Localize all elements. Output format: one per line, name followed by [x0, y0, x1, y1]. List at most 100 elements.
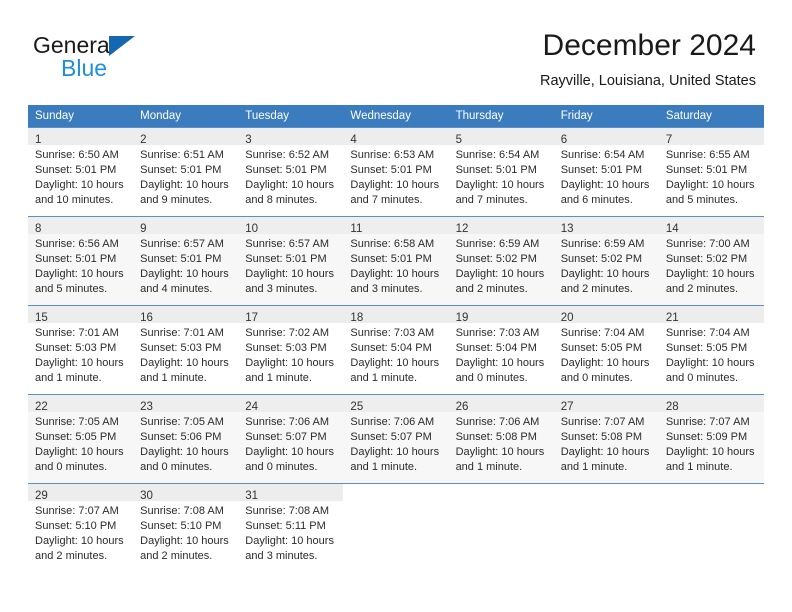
- calendar-day-cell[interactable]: 16 Sunrise: 7:01 AM Sunset: 5:03 PM Dayligh…: [133, 305, 239, 395]
- daylight-text-line1: Daylight: 10 hours: [35, 357, 124, 369]
- calendar-day-cell[interactable]: 6 Sunrise: 6:54 AM Sunset: 5:01 PM Daylight…: [553, 127, 659, 217]
- calendar-day-cell[interactable]: 5 Sunrise: 6:54 AM Sunset: 5:01 PM Daylight…: [448, 127, 554, 217]
- day-details: Sunrise: 6:57 AM Sunset: 5:01 PM Daylight:…: [133, 234, 238, 297]
- daylight-text-line2: and 1 minute.: [35, 372, 102, 384]
- day-number-bar: 19: [448, 306, 554, 324]
- calendar-day-cell[interactable]: 26 Sunrise: 7:06 AM Sunset: 5:08 PM Dayligh…: [448, 394, 554, 484]
- day-details: Sunrise: 6:57 AM Sunset: 5:01 PM Daylight:…: [238, 234, 343, 297]
- day-details: Sunrise: 7:06 AM Sunset: 5:07 PM Daylight:…: [343, 412, 448, 475]
- day-details: Sunrise: 6:55 AM Sunset: 5:01 PM Daylight:…: [659, 145, 764, 208]
- calendar-day-cell[interactable]: 8 Sunrise: 6:56 AM Sunset: 5:01 PM Daylight…: [28, 216, 134, 306]
- calendar-day-cell[interactable]: 2 Sunrise: 6:51 AM Sunset: 5:01 PM Daylight…: [133, 127, 239, 217]
- day-number: 8: [35, 223, 42, 235]
- calendar-day-cell[interactable]: 17 Sunrise: 7:02 AM Sunset: 5:03 PM Dayligh…: [238, 305, 344, 395]
- day-details: Sunrise: 7:06 AM Sunset: 5:07 PM Daylight:…: [238, 412, 343, 475]
- day-number: 7: [665, 134, 673, 146]
- day-cell-inner: 15 Sunrise: 7:01 AM Sunset: 5:03 PM Dayligh…: [28, 306, 134, 394]
- day-cell-inner: 5 Sunrise: 6:54 AM Sunset: 5:01 PM Daylight…: [448, 128, 554, 216]
- calendar-day-cell[interactable]: 7 Sunrise: 6:55 AM Sunset: 5:01 PM Daylight…: [658, 127, 764, 217]
- calendar-day-cell[interactable]: 20 Sunrise: 7:04 AM Sunset: 5:05 PM Dayligh…: [553, 305, 659, 395]
- brand-logo[interactable]: General Blue: [33, 32, 253, 82]
- brand-name-blue: Blue: [61, 55, 108, 81]
- daylight-text-line1: Daylight: 10 hours: [35, 446, 124, 458]
- sunset-text: Sunset: 5:01 PM: [350, 164, 432, 176]
- day-number-bar: 5: [448, 128, 554, 146]
- calendar-day-cell[interactable]: 23 Sunrise: 7:05 AM Sunset: 5:06 PM Dayligh…: [133, 394, 239, 484]
- calendar-day-cell[interactable]: 10 Sunrise: 6:57 AM Sunset: 5:01 PM Dayligh…: [238, 216, 344, 306]
- day-details: Sunrise: 7:03 AM Sunset: 5:04 PM Daylight:…: [449, 323, 554, 386]
- triangle-logo-icon: [109, 36, 135, 56]
- sunset-text: Sunset: 5:01 PM: [35, 164, 117, 176]
- day-details: Sunrise: 7:06 AM Sunset: 5:08 PM Daylight:…: [449, 412, 554, 475]
- day-number: 13: [560, 223, 574, 235]
- calendar-day-cell[interactable]: 31 Sunrise: 7:08 AM Sunset: 5:11 PM Dayligh…: [238, 483, 344, 572]
- day-number: 15: [35, 312, 48, 324]
- day-number-bar: 18: [343, 306, 449, 324]
- day-number-bar: 2: [133, 128, 239, 146]
- calendar-day-cell[interactable]: 9 Sunrise: 6:57 AM Sunset: 5:01 PM Daylight…: [133, 216, 239, 306]
- calendar-day-cell[interactable]: 13 Sunrise: 6:59 AM Sunset: 5:02 PM Dayligh…: [553, 216, 659, 306]
- day-details: Sunrise: 6:59 AM Sunset: 5:02 PM Daylight:…: [449, 234, 554, 297]
- daylight-text-line1: Daylight: 10 hours: [140, 446, 229, 458]
- calendar-day-cell[interactable]: 25 Sunrise: 7:06 AM Sunset: 5:07 PM Dayligh…: [343, 394, 449, 484]
- day-number-bar: 16: [133, 306, 239, 324]
- day-number: 14: [665, 223, 679, 235]
- daylight-text-line2: and 2 minutes.: [140, 550, 213, 562]
- sunrise-text: Sunrise: 6:56 AM: [35, 238, 119, 250]
- day-cell-inner: 2 Sunrise: 6:51 AM Sunset: 5:01 PM Daylight…: [133, 128, 239, 216]
- calendar-cell-empty: [658, 483, 764, 572]
- day-cell-inner: 1 Sunrise: 6:50 AM Sunset: 5:01 PM Daylight…: [28, 128, 134, 216]
- sunrise-text: Sunrise: 7:08 AM: [245, 505, 330, 517]
- calendar-day-cell[interactable]: 19 Sunrise: 7:03 AM Sunset: 5:04 PM Dayligh…: [448, 305, 554, 395]
- calendar-grid: Sunday Monday Tuesday Wednesday Thursday Frid…: [28, 105, 764, 572]
- daylight-text-line2: and 1 minute.: [140, 372, 207, 384]
- sunset-text: Sunset: 5:03 PM: [35, 342, 117, 354]
- daylight-text-line1: Daylight: 10 hours: [455, 357, 545, 369]
- calendar-day-cell[interactable]: 24 Sunrise: 7:06 AM Sunset: 5:07 PM Dayligh…: [238, 394, 344, 484]
- calendar-day-cell[interactable]: 22 Sunrise: 7:05 AM Sunset: 5:05 PM Dayligh…: [28, 394, 134, 484]
- calendar-day-cell[interactable]: 4 Sunrise: 6:53 AM Sunset: 5:01 PM Daylight…: [343, 127, 449, 217]
- daylight-text-line2: and 10 minutes.: [35, 194, 114, 206]
- calendar-day-cell[interactable]: 12 Sunrise: 6:59 AM Sunset: 5:02 PM Dayligh…: [448, 216, 554, 306]
- day-cell-inner: 6 Sunrise: 6:54 AM Sunset: 5:01 PM Daylight…: [553, 128, 659, 216]
- day-number-bar: 28: [658, 395, 764, 413]
- calendar-day-cell[interactable]: 28 Sunrise: 7:07 AM Sunset: 5:09 PM Dayligh…: [658, 394, 764, 484]
- day-cell-inner: 10 Sunrise: 6:57 AM Sunset: 5:01 PM Dayligh…: [238, 217, 344, 305]
- day-cell-inner: 21 Sunrise: 7:04 AM Sunset: 5:05 PM Dayligh…: [658, 306, 764, 394]
- calendar-cell-empty: [553, 483, 659, 572]
- calendar-day-cell[interactable]: 15 Sunrise: 7:01 AM Sunset: 5:03 PM Dayligh…: [28, 305, 134, 395]
- day-cell-inner: 23 Sunrise: 7:05 AM Sunset: 5:06 PM Dayligh…: [133, 395, 239, 483]
- sunrise-text: Sunrise: 6:59 AM: [455, 238, 540, 250]
- day-number: 18: [350, 312, 364, 324]
- daylight-text-line2: and 2 minutes.: [560, 283, 633, 295]
- day-cell-inner: 8 Sunrise: 6:56 AM Sunset: 5:01 PM Daylight…: [28, 217, 134, 305]
- page-header: General Blue December 2024 Rayville, Lou…: [0, 0, 792, 100]
- calendar-day-cell[interactable]: 18 Sunrise: 7:03 AM Sunset: 5:04 PM Dayligh…: [343, 305, 449, 395]
- sunrise-text: Sunrise: 6:55 AM: [665, 149, 750, 161]
- sunrise-text: Sunrise: 6:52 AM: [245, 149, 330, 161]
- sunrise-text: Sunrise: 6:54 AM: [455, 149, 540, 161]
- day-details: Sunrise: 7:08 AM Sunset: 5:11 PM Daylight:…: [238, 501, 343, 564]
- calendar-day-cell[interactable]: 3 Sunrise: 6:52 AM Sunset: 5:01 PM Daylight…: [238, 127, 344, 217]
- calendar-day-cell[interactable]: 14 Sunrise: 7:00 AM Sunset: 5:02 PM Dayligh…: [658, 216, 764, 306]
- day-details: Sunrise: 7:07 AM Sunset: 5:08 PM Daylight:…: [554, 412, 659, 475]
- day-cell-inner: 14 Sunrise: 7:00 AM Sunset: 5:02 PM Dayligh…: [658, 217, 764, 305]
- daylight-text-line2: and 5 minutes.: [35, 283, 108, 295]
- day-number-bar: 11: [343, 217, 449, 235]
- calendar-header-row: Sunday Monday Tuesday Wednesday Thursday Frid…: [28, 105, 764, 128]
- calendar-day-cell[interactable]: 21 Sunrise: 7:04 AM Sunset: 5:05 PM Dayligh…: [658, 305, 764, 395]
- sunset-text: Sunset: 5:07 PM: [245, 431, 327, 443]
- sunrise-text: Sunrise: 7:02 AM: [245, 327, 330, 339]
- calendar-day-cell[interactable]: 30 Sunrise: 7:08 AM Sunset: 5:10 PM Dayligh…: [133, 483, 239, 572]
- calendar-day-cell[interactable]: 27 Sunrise: 7:07 AM Sunset: 5:08 PM Dayligh…: [553, 394, 659, 484]
- calendar-day-cell[interactable]: 1 Sunrise: 6:50 AM Sunset: 5:01 PM Daylight…: [28, 127, 134, 217]
- sunset-text: Sunset: 5:06 PM: [140, 431, 222, 443]
- day-number-bar: 17: [238, 306, 344, 324]
- calendar-day-cell[interactable]: 29 Sunrise: 7:07 AM Sunset: 5:10 PM Dayligh…: [28, 483, 134, 572]
- day-number-bar: 22: [28, 395, 134, 413]
- calendar-day-cell[interactable]: 11 Sunrise: 6:58 AM Sunset: 5:01 PM Dayligh…: [343, 216, 449, 306]
- day-details: Sunrise: 6:52 AM Sunset: 5:01 PM Daylight:…: [238, 145, 343, 208]
- sunset-text: Sunset: 5:01 PM: [35, 253, 117, 265]
- weekday-header-thursday: Thursday: [448, 105, 554, 128]
- sunrise-text: Sunrise: 7:03 AM: [350, 327, 435, 339]
